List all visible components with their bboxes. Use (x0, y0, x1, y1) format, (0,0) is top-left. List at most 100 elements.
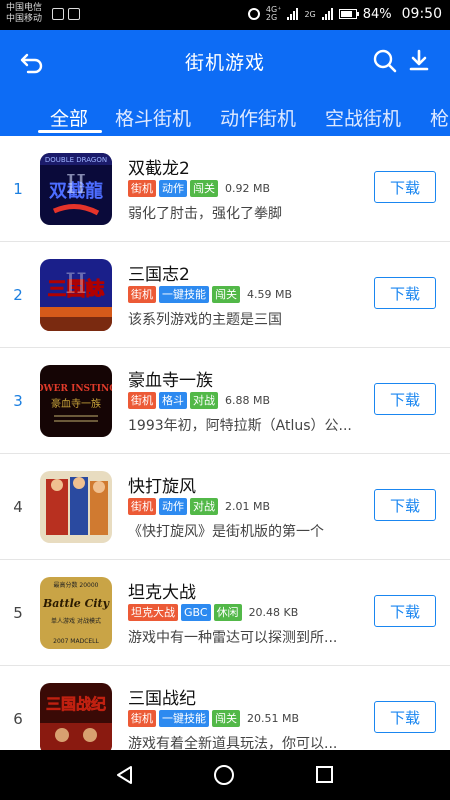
download-button[interactable]: 下载 (374, 383, 436, 415)
game-list-item[interactable]: 2 三国誌 II 三国志2 街机 一键技能 闯关 4.59 MB 该系列游戏的主… (0, 242, 450, 348)
game-tags: 街机 一键技能 闯关 20.51 MB (128, 710, 299, 727)
rank-number: 4 (13, 498, 23, 516)
battery-icon (338, 9, 359, 19)
game-tags: 街机 动作 对战 2.01 MB (128, 498, 270, 515)
game-name: 三国战纪 (128, 689, 196, 709)
active-tab-indicator (38, 130, 102, 133)
thumb-footer: 2007 MADCELL (53, 638, 99, 645)
game-tags: 街机 格斗 对战 6.88 MB (128, 392, 270, 409)
game-name: 快打旋风 (128, 477, 196, 497)
game-list-item[interactable]: 3 POWER INSTINCT 豪血寺一族 豪血寺一族 街机 格斗 对战 6.… (0, 348, 450, 454)
signal-2-icon (321, 8, 333, 20)
battery-fill (340, 11, 353, 17)
tab-action[interactable]: 动作街机 (220, 104, 296, 131)
thumb-logo: Battle City (42, 597, 111, 610)
thumb-logo: 三国战纪 (46, 695, 106, 713)
carrier-info: 中国电信 中国移动 (6, 3, 42, 25)
signal-icon (287, 8, 299, 20)
tag-0: 街机 (128, 286, 156, 303)
tag-0: 街机 (128, 392, 156, 409)
carrier-2: 中国移动 (6, 14, 43, 24)
nav-home-button[interactable] (214, 765, 234, 785)
alarm-icon (247, 8, 260, 20)
system-nav-bar (0, 750, 450, 800)
tag-1: GBC (181, 604, 211, 621)
tag-1: 格斗 (159, 392, 187, 409)
game-name: 三国志2 (128, 265, 190, 285)
game-tags: 街机 动作 闯关 0.92 MB (128, 180, 270, 197)
network-type: 4G⁺ 2G (266, 6, 282, 22)
game-name: 坦克大战 (128, 583, 196, 603)
network-type-bottom: 2G (265, 13, 278, 22)
game-list-item[interactable]: 5 最高分数 20000 Battle City 单人游戏 对战模式 2007 … (0, 560, 450, 666)
thumb-numeral: II (66, 170, 87, 200)
nav-back-button[interactable] (115, 765, 135, 789)
download-button[interactable]: 下载 (374, 489, 436, 521)
tab-all[interactable]: 全部 (50, 104, 88, 131)
game-tags: 街机 一键技能 闯关 4.59 MB (128, 286, 292, 303)
nav-recents-button[interactable] (316, 766, 333, 783)
game-list-item[interactable]: 4 快打旋风 街机 动作 对战 2.01 MB 《快打旋风》是街机版的第一个 下… (0, 454, 450, 560)
status-right: 4G⁺ 2G 2G 84% 09:50 (247, 6, 442, 22)
file-size: 4.59 MB (247, 288, 293, 301)
triangle-back-icon (117, 766, 132, 784)
network-type-2: 2G (304, 9, 316, 19)
rank-number: 2 (13, 286, 23, 304)
tab-shooting[interactable]: 枪 (430, 104, 449, 131)
battery-percent: 84% (362, 6, 392, 22)
tab-air-combat[interactable]: 空战街机 (325, 104, 401, 131)
download-button[interactable]: 下载 (374, 595, 436, 627)
tag-0: 街机 (128, 180, 156, 197)
tag-1: 一键技能 (159, 710, 209, 727)
thumb-numeral: II (65, 267, 87, 300)
download-button[interactable]: 下载 (374, 171, 436, 203)
game-thumbnail: DOUBLE DRAGON 双截龍 II (40, 153, 112, 225)
game-description: 1993年初，阿特拉斯（Atlus）公... (128, 418, 352, 434)
file-size: 20.51 MB (247, 712, 300, 725)
tag-2: 闯关 (212, 710, 240, 727)
game-name: 双截龙2 (128, 159, 190, 179)
tag-1: 一键技能 (159, 286, 209, 303)
rank-number: 6 (13, 710, 23, 728)
rank-number: 5 (13, 604, 23, 622)
game-thumbnail: 三国战纪 (40, 683, 112, 750)
game-description: 游戏有着全新道具玩法，你可以... (128, 736, 338, 750)
game-thumbnail: 三国誌 II (40, 259, 112, 331)
file-size: 6.88 MB (225, 394, 271, 407)
thumb-subtitle: 单人游戏 对战模式 (51, 617, 101, 625)
tag-2: 休闲 (213, 604, 242, 621)
rank-number: 1 (13, 180, 23, 198)
app-notification-icon (68, 8, 80, 20)
game-name: 豪血寺一族 (128, 371, 213, 391)
game-thumbnail: POWER INSTINCT 豪血寺一族 (40, 365, 112, 437)
download-button[interactable]: 下载 (374, 701, 436, 733)
tag-2: 对战 (190, 392, 218, 409)
thumb-title: 最高分数 20000 (54, 581, 99, 589)
game-list-item[interactable]: 6 三国战纪 三国战纪 街机 一键技能 闯关 20.51 MB 游戏有着全新道具… (0, 666, 450, 750)
tag-2: 闯关 (190, 180, 218, 197)
tag-0: 街机 (128, 710, 156, 727)
thumb-title: DOUBLE DRAGON (45, 156, 107, 164)
file-size: 2.01 MB (225, 500, 271, 513)
file-size: 0.92 MB (225, 182, 271, 195)
tab-fighting[interactable]: 格斗街机 (115, 104, 191, 131)
clock: 09:50 (401, 6, 442, 22)
download-manager-button[interactable] (406, 48, 432, 74)
game-description: 弱化了肘击，强化了拳脚 (128, 206, 282, 222)
game-thumbnail (40, 471, 112, 543)
status-bar: 中国电信 中国移动 4G⁺ 2G 2G 84% 09:50 (0, 0, 450, 30)
game-list-item[interactable]: 1 DOUBLE DRAGON 双截龍 II 双截龙2 街机 动作 闯关 0.9… (0, 136, 450, 242)
app-header: 街机游戏 全部 格斗街机 动作街机 空战街机 枪 (0, 30, 450, 136)
search-button[interactable] (372, 48, 398, 74)
tag-1: 动作 (159, 498, 187, 515)
tag-2: 闯关 (212, 286, 240, 303)
game-description: 《快打旋风》是街机版的第一个 (128, 524, 324, 540)
download-icon (409, 49, 429, 71)
notification-icons (52, 8, 80, 20)
game-list: 1 DOUBLE DRAGON 双截龍 II 双截龙2 街机 动作 闯关 0.9… (0, 136, 450, 750)
carrier-1: 中国电信 (6, 3, 43, 13)
search-icon (373, 49, 397, 73)
tag-0: 坦克大战 (128, 604, 178, 621)
download-button[interactable]: 下载 (374, 277, 436, 309)
game-tags: 坦克大战 GBC 休闲 20.48 KB (128, 604, 298, 621)
